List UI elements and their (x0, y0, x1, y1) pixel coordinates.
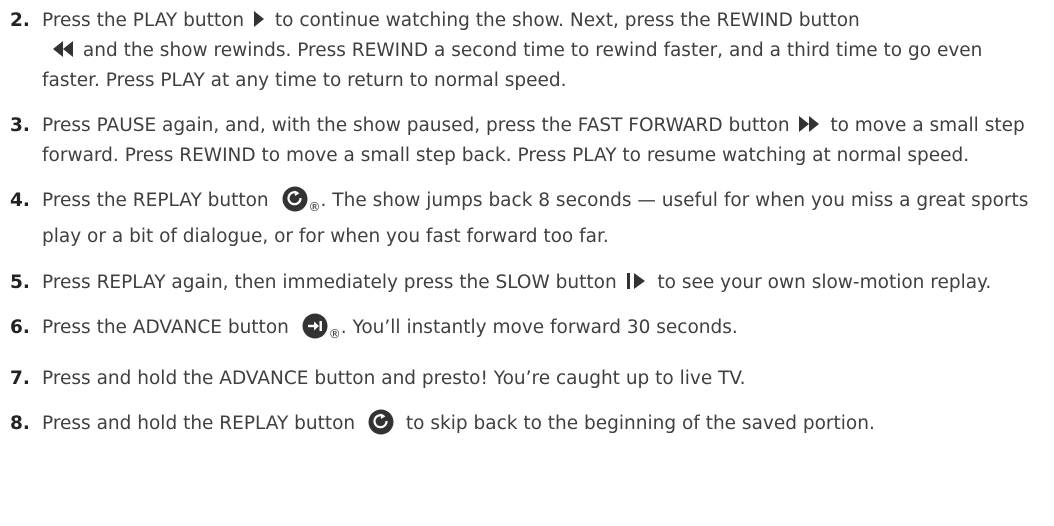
step-text: Press the REPLAY button (42, 190, 275, 211)
step-number: 4. (10, 190, 30, 211)
step-number: 5. (10, 272, 30, 293)
step-number: 8. (10, 413, 30, 434)
step-5: 5. Press REPLAY again, then immediately … (4, 268, 1040, 298)
step-text: Press and hold the ADVANCE button and pr… (42, 368, 746, 389)
step-text: Press the ADVANCE button (42, 317, 295, 338)
trademark-symbol: ® (328, 327, 341, 341)
fast-forward-icon (798, 116, 820, 132)
step-text: Press and hold the REPLAY button (42, 413, 362, 434)
rewind-icon (52, 41, 74, 57)
advance-icon (302, 313, 328, 339)
step-text: . You’ll instantly move forward 30 secon… (340, 317, 738, 338)
replay-icon (282, 186, 308, 212)
step-3: 3. Press PAUSE again, and, with the show… (4, 111, 1040, 171)
step-text: to skip back to the beginning of the sav… (400, 413, 875, 434)
play-icon (253, 11, 265, 27)
step-number: 3. (10, 115, 30, 136)
step-7: 7. Press and hold the ADVANCE button and… (4, 364, 1040, 394)
step-2: 2. Press the PLAY button to continue wat… (4, 6, 1040, 96)
step-number: 7. (10, 368, 30, 389)
step-6: 6. Press the ADVANCE button ®. You’ll in… (4, 313, 1040, 349)
instructions-page: 2. Press the PLAY button to continue wat… (0, 0, 1054, 526)
step-text: Press PAUSE again, and, with the show pa… (42, 115, 796, 136)
replay-icon (368, 409, 394, 435)
step-number: 2. (10, 10, 30, 31)
step-text: to see your own slow-motion replay. (651, 272, 992, 293)
step-number: 6. (10, 317, 30, 338)
trademark-symbol: ® (308, 200, 321, 214)
step-text: Press REPLAY again, then immediately pre… (42, 272, 623, 293)
step-4: 4. Press the REPLAY button ®. The show j… (4, 186, 1040, 252)
step-text: Press the PLAY button (42, 10, 250, 31)
step-8: 8. Press and hold the REPLAY button to s… (4, 409, 1040, 439)
step-text: to continue watching the show. Next, pre… (269, 10, 860, 31)
step-text: and the show rewinds. Press REWIND a sec… (42, 40, 983, 91)
slow-icon (626, 273, 646, 289)
